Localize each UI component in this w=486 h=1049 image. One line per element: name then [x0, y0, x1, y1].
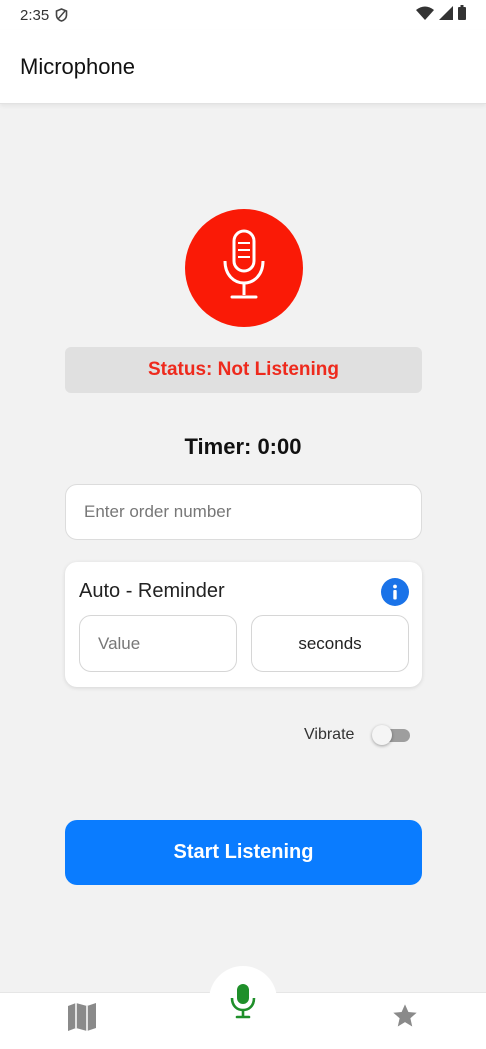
status-box: Status: Not Listening — [65, 347, 422, 393]
reminder-unit-select[interactable]: seconds — [251, 615, 409, 672]
vibrate-label: Vibrate — [304, 726, 355, 743]
nav-microphone-icon[interactable] — [229, 983, 257, 1019]
status-bar: 2:35 — [0, 0, 486, 30]
vibrate-toggle[interactable] — [372, 725, 410, 745]
timer-text: Timer: 0:00 — [184, 434, 302, 459]
app-bar: Microphone — [0, 30, 486, 104]
status-text: Status: Not Listening — [147, 359, 340, 380]
microphone-icon — [218, 229, 270, 308]
reminder-value-input[interactable] — [79, 615, 237, 672]
shield-icon — [55, 8, 68, 22]
start-listening-button[interactable]: Start Listening — [65, 820, 422, 885]
info-icon[interactable] — [381, 578, 409, 606]
vibrate-toggle-thumb — [372, 725, 392, 745]
reminder-unit-label: seconds — [298, 633, 362, 653]
order-number-input[interactable] — [65, 484, 422, 540]
nav-map-icon[interactable] — [66, 1002, 98, 1032]
page-title: Microphone — [20, 53, 135, 79]
auto-reminder-title: Auto - Reminder — [79, 580, 225, 602]
status-time: 2:35 — [20, 6, 50, 24]
microphone-button[interactable] — [185, 209, 303, 327]
auto-reminder-card: Auto - Reminder seconds — [65, 562, 422, 687]
signal-icon — [439, 5, 453, 25]
nav-star-icon[interactable] — [391, 1002, 419, 1030]
battery-icon — [458, 5, 466, 25]
wifi-icon — [416, 6, 434, 25]
